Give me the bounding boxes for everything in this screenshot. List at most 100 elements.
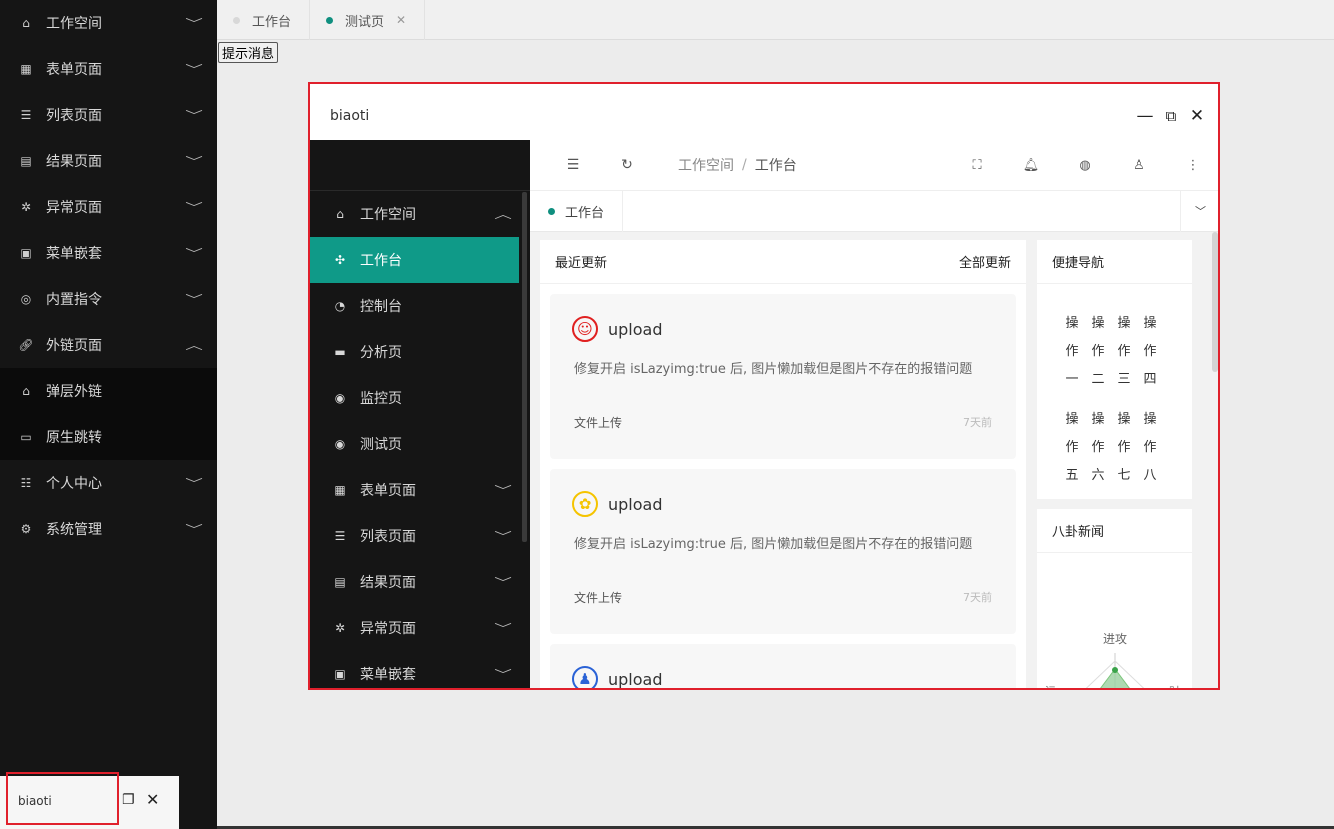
menu-item[interactable]: ✲ 异常页面 ﹀ (0, 184, 217, 230)
menu-item[interactable]: ▣ 菜单嵌套 ﹀ (310, 651, 530, 688)
quick-nav-char[interactable]: 六 (1085, 464, 1111, 488)
chevron-up-icon: ︿ (185, 339, 203, 352)
scrollbar[interactable] (522, 192, 527, 542)
menu-label: 分析页 (360, 345, 402, 361)
menu-item[interactable]: ☷ 个人中心 ﹀ (0, 460, 217, 506)
menu-label: 系统管理 (46, 522, 102, 538)
quick-nav-char[interactable]: 作 (1085, 340, 1111, 364)
quick-nav-char[interactable]: 作 (1111, 436, 1137, 460)
quick-nav-char[interactable]: 操 (1137, 312, 1163, 336)
layer-modal: biaoti — ⧉ ✕ ⌂ 工作空间 ︿ ✣ 工作台 ◔ 控制台 ▬ 分析页 ◉ 监控页 ◉ 测… (308, 82, 1220, 690)
quick-nav-char[interactable]: 五 (1059, 464, 1085, 488)
menu-fold-icon[interactable]: ☰ (558, 157, 588, 173)
quick-nav-char[interactable]: 作 (1059, 340, 1085, 364)
tab-status-dot (326, 16, 334, 24)
post-item[interactable]: ✿ upload 修复开启 isLazyimg:true 后, 图片懒加载但是图片不… (550, 469, 1016, 634)
user-icon[interactable]: ♙ (1112, 158, 1166, 173)
grid-icon: ▣ (20, 246, 32, 260)
quick-nav-char[interactable]: 操 (1059, 312, 1085, 336)
menu-item[interactable]: ▬ 分析页 (310, 329, 530, 375)
restore-icon[interactable]: ❐ (122, 792, 135, 808)
quick-nav-char[interactable]: 操 (1085, 408, 1111, 432)
quick-nav-char[interactable]: 二 (1085, 368, 1111, 392)
menu-item[interactable]: ▦ 表单页面 ﹀ (0, 46, 217, 92)
maximize-icon[interactable]: ⧉ (1158, 107, 1184, 125)
globe-icon[interactable]: ◍ (1058, 158, 1112, 173)
inner-tab-workbench[interactable]: 工作台 (530, 190, 624, 232)
menu-item[interactable]: ⚙ 系统管理 ﹀ (0, 506, 217, 552)
menu-item[interactable]: ✣ 工作台 (310, 237, 519, 283)
tab-workbench[interactable]: 工作台 (217, 0, 311, 40)
quick-nav-char[interactable]: 操 (1085, 312, 1111, 336)
menu-item[interactable]: ◔ 控制台 (310, 283, 530, 329)
post-category[interactable]: 文件上传 (574, 589, 622, 606)
chevron-down-icon: ﹀ (185, 523, 203, 536)
menu-item[interactable]: ⌂ 弹层外链 (0, 368, 217, 414)
menu-item[interactable]: ▦ 表单页面 ﹀ (310, 467, 530, 513)
bell-icon[interactable]: 🔔︎ (1004, 158, 1058, 173)
menu-label: 菜单嵌套 (360, 667, 416, 683)
more-icon[interactable]: ⋮ (1166, 158, 1218, 173)
main-sidebar: ⌂ 工作空间 ﹀ ▦ 表单页面 ﹀ ☰ 列表页面 ﹀ ▤ 结果页面 ﹀ ✲ 异常页面 ﹀ ▣ 菜单嵌套 ﹀ ◎ 内置指… (0, 0, 217, 829)
quick-nav-char[interactable]: 作 (1137, 340, 1163, 364)
menu-item[interactable]: 🔗︎ 外链页面 ︿ (0, 322, 217, 368)
menu-item[interactable]: ☰ 列表页面 ﹀ (310, 513, 530, 559)
quick-nav-char[interactable]: 一 (1059, 368, 1085, 392)
user-icon: ♟ (572, 666, 598, 688)
menu-item[interactable]: ▤ 结果页面 ﹀ (0, 138, 217, 184)
tab-status-dot (233, 16, 240, 24)
chevron-down-icon: ﹀ (185, 17, 203, 30)
command-icon: ◎ (20, 292, 32, 306)
quick-nav-char[interactable]: 作 (1111, 340, 1137, 364)
tab-test-page[interactable]: 测试页 ✕ (310, 0, 426, 40)
chevron-down-icon: ﹀ (494, 530, 512, 543)
chevron-down-icon: ﹀ (494, 622, 512, 635)
menu-item[interactable]: ▤ 结果页面 ﹀ (310, 559, 530, 605)
menu-label: 原生跳转 (46, 430, 102, 446)
quick-nav-char[interactable]: 七 (1111, 464, 1137, 488)
chevron-down-icon[interactable]: ﹀ (1180, 190, 1218, 232)
quick-nav-char[interactable]: 作 (1137, 436, 1163, 460)
message-button[interactable]: 提示消息 (218, 42, 279, 63)
view-all-link[interactable]: 全部更新 (959, 252, 1011, 271)
close-icon[interactable]: ✕ (396, 13, 406, 27)
menu-item[interactable]: ◉ 测试页 (310, 421, 530, 467)
breadcrumb-item[interactable]: 工作空间 (678, 155, 734, 175)
menu-item[interactable]: ⌂ 工作空间 ﹀ (0, 0, 217, 46)
modal-iframe-content: ⌂ 工作空间 ︿ ✣ 工作台 ◔ 控制台 ▬ 分析页 ◉ 监控页 ◉ 测试页 ▦ 表单页面 ﹀ ☰ 列表页… (310, 140, 1218, 690)
post-item[interactable]: ☺ upload 修复开启 isLazyimg:true 后, 图片懒加载但是图片不… (550, 294, 1016, 459)
refresh-icon[interactable]: ↻ (612, 157, 642, 173)
home-icon: ⌂ (22, 16, 30, 30)
close-icon[interactable]: ✕ (1184, 106, 1210, 126)
minimize-icon[interactable]: — (1132, 106, 1158, 126)
fullscreen-icon[interactable]: ⛶ (950, 158, 1004, 173)
quick-nav-char[interactable]: 作 (1059, 436, 1085, 460)
inner-sidebar: ⌂ 工作空间 ︿ ✣ 工作台 ◔ 控制台 ▬ 分析页 ◉ 监控页 ◉ 测试页 ▦ 表单页面 ﹀ ☰ 列表页… (310, 140, 530, 688)
home-icon: ⌂ (336, 207, 344, 221)
menu-item[interactable]: ◎ 内置指令 ﹀ (0, 276, 217, 322)
menu-item[interactable]: ▭ 原生跳转 (0, 414, 217, 460)
quick-nav-char[interactable]: 四 (1137, 368, 1163, 392)
quick-nav-char[interactable]: 操 (1059, 408, 1085, 432)
minimized-title[interactable]: biaoti (18, 794, 52, 808)
post-time: 7天前 (963, 416, 992, 429)
inner-menu-workspace[interactable]: ⌂ 工作空间 ︿ (310, 191, 530, 237)
menu-item[interactable]: ✲ 异常页面 ﹀ (310, 605, 530, 651)
menu-item[interactable]: ▣ 菜单嵌套 ﹀ (0, 230, 217, 276)
quick-nav-char[interactable]: 操 (1111, 408, 1137, 432)
quick-nav-char[interactable]: 操 (1111, 312, 1137, 336)
close-icon[interactable]: ✕ (146, 790, 159, 809)
menu-item[interactable]: ◉ 监控页 (310, 375, 530, 421)
quick-nav-char[interactable]: 操 (1137, 408, 1163, 432)
menu-item[interactable]: ☰ 列表页面 ﹀ (0, 92, 217, 138)
post-category[interactable]: 文件上传 (574, 414, 622, 431)
quick-nav-char[interactable]: 八 (1137, 464, 1163, 488)
quick-nav-char[interactable]: 三 (1111, 368, 1137, 392)
console-icon: ◔ (334, 299, 346, 313)
result-icon: ▤ (20, 154, 32, 168)
radar-axis-label: 财 (1169, 684, 1180, 690)
post-item[interactable]: ♟ upload (550, 644, 1016, 688)
scrollbar[interactable] (1212, 232, 1218, 372)
workbench-icon: ✣ (334, 253, 346, 267)
quick-nav-char[interactable]: 作 (1085, 436, 1111, 460)
